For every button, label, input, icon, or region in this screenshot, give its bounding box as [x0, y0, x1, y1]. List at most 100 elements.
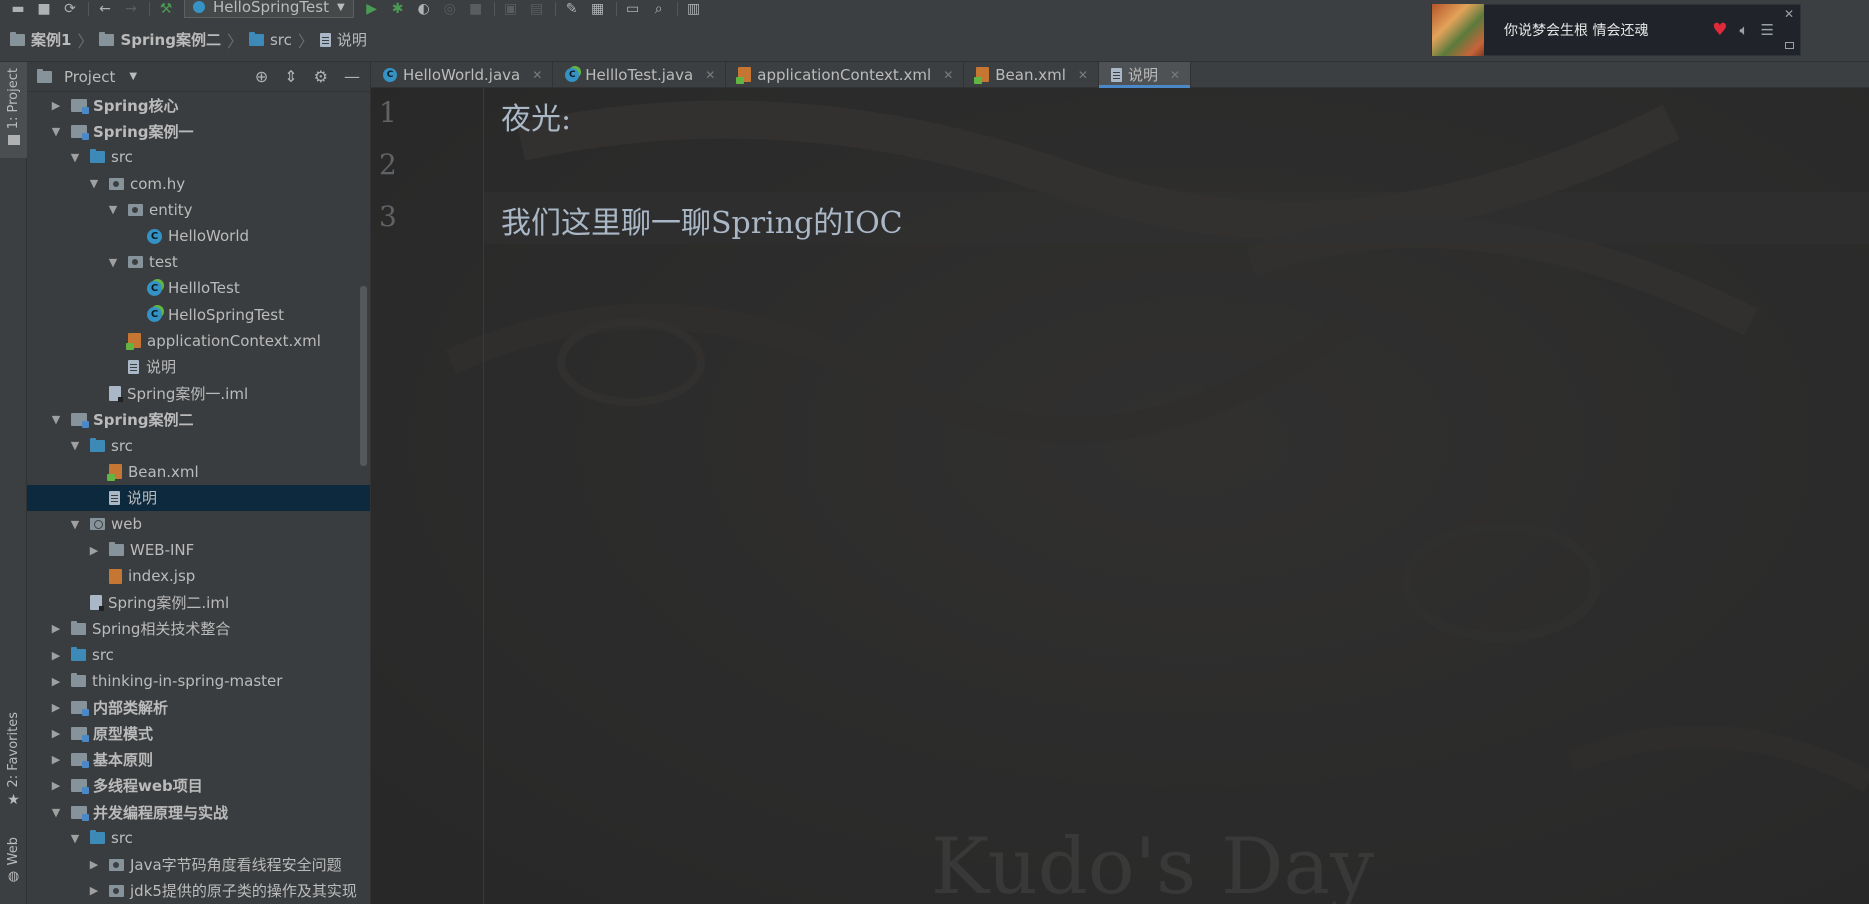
tree-item[interactable]: ▼ src: [27, 825, 370, 851]
tree-item[interactable]: ▼ web: [27, 511, 370, 537]
tree-item[interactable]: ▼ entity: [27, 197, 370, 223]
tree-item[interactable]: ▶Spring案例二.iml: [27, 590, 370, 616]
tree-item[interactable]: ▶说明: [27, 354, 370, 380]
breadcrumb-item-project[interactable]: 案例1: [10, 29, 71, 50]
editor-tab[interactable]: 说明 ✕: [1098, 62, 1192, 88]
save-icon[interactable]: ■: [36, 1, 52, 17]
tree-item[interactable]: ▶ 基本原则: [27, 747, 370, 773]
expand-arrow-open-icon[interactable]: ▼: [68, 832, 82, 845]
close-tab-icon[interactable]: ✕: [532, 68, 542, 82]
profile-icon[interactable]: ◎: [442, 1, 458, 17]
tree-item[interactable]: ▼ src: [27, 432, 370, 458]
breadcrumb-item-file[interactable]: 说明: [319, 29, 367, 50]
tree-item[interactable]: ▶ jdk5提供的原子类的操作及其实现: [27, 878, 370, 904]
expand-arrow-closed-icon[interactable]: ▶: [49, 649, 63, 662]
expand-arrow-closed-icon[interactable]: ▶: [49, 779, 63, 792]
tree-item[interactable]: ▶Spring案例一.iml: [27, 380, 370, 406]
tree-item[interactable]: ▶ Java字节码角度看线程安全问题: [27, 851, 370, 877]
tree-item[interactable]: ▶ src: [27, 642, 370, 668]
editor-tab[interactable]: applicationContext.xml ✕: [726, 62, 965, 87]
close-tab-icon[interactable]: ✕: [705, 68, 715, 82]
tree-item[interactable]: ▼ Spring案例二: [27, 406, 370, 432]
debug-icon[interactable]: ✱: [390, 1, 406, 17]
favorites-tool-button[interactable]: 2: Favorites ★: [0, 712, 27, 812]
sync-icon[interactable]: ⟳: [62, 1, 78, 17]
playlist-icon[interactable]: ☰: [1761, 21, 1774, 39]
tree-item[interactable]: ▼ Spring案例一: [27, 118, 370, 144]
hide-panel-icon[interactable]: —: [344, 67, 360, 86]
breadcrumb-item-src[interactable]: src: [248, 31, 292, 49]
tree-item[interactable]: ▼ com.hy: [27, 171, 370, 197]
coverage-icon[interactable]: ◐: [416, 1, 432, 17]
code-line[interactable]: 我们这里聊一聊Spring的IOC: [501, 198, 903, 242]
expand-arrow-open-icon[interactable]: ▼: [87, 177, 101, 190]
tree-item[interactable]: ▶CHelloSpringTest: [27, 302, 370, 328]
expand-arrow-closed-icon[interactable]: ▶: [49, 675, 63, 688]
terminal-icon[interactable]: ▭: [625, 1, 641, 17]
tree-item[interactable]: ▼ 并发编程原理与实战: [27, 799, 370, 825]
expand-arrow-closed-icon[interactable]: ▶: [49, 622, 63, 635]
run-configuration-select[interactable]: HelloSpringTest ▼: [184, 0, 354, 18]
update-app-icon[interactable]: ▣: [503, 1, 519, 17]
tree-item[interactable]: ▶CHelloWorld: [27, 223, 370, 249]
expand-arrow-closed-icon[interactable]: ▶: [49, 727, 63, 740]
code-line[interactable]: 夜光:: [501, 94, 571, 138]
tree-item[interactable]: ▶ 多线程web项目: [27, 773, 370, 799]
tree-item[interactable]: ▶Bean.xml: [27, 459, 370, 485]
project-tool-button[interactable]: 1: Project: [0, 62, 27, 158]
tree-item[interactable]: ▶applicationContext.xml: [27, 328, 370, 354]
expand-arrow-open-icon[interactable]: ▼: [68, 439, 82, 452]
editor-tab[interactable]: Bean.xml ✕: [964, 62, 1099, 87]
tree-item[interactable]: ▶ 内部类解析: [27, 694, 370, 720]
close-tab-icon[interactable]: ✕: [1078, 68, 1088, 82]
expand-arrow-open-icon[interactable]: ▼: [106, 203, 120, 216]
tree-item[interactable]: ▶ Spring核心: [27, 92, 370, 118]
close-tab-icon[interactable]: ✕: [943, 68, 953, 82]
deploy-icon[interactable]: ▤: [529, 1, 545, 17]
web-tool-button[interactable]: Web ◍: [0, 837, 27, 904]
collapse-all-icon[interactable]: ⇕: [284, 67, 297, 86]
tree-item[interactable]: ▶index.jsp: [27, 563, 370, 589]
breadcrumb-item-module[interactable]: Spring案例二: [99, 29, 221, 50]
editor-tab[interactable]: C HelloWorld.java ✕: [371, 62, 554, 87]
project-view-selector[interactable]: Project ▼: [37, 68, 137, 86]
tree-scrollbar[interactable]: [360, 286, 367, 466]
minimize-icon[interactable]: [1785, 42, 1794, 49]
expand-arrow-open-icon[interactable]: ▼: [49, 806, 63, 819]
editor-tab[interactable]: C HellloTest.java ✕: [553, 62, 727, 87]
tree-item[interactable]: ▶ 原型模式: [27, 721, 370, 747]
stop-icon[interactable]: ■: [468, 1, 484, 17]
expand-arrow-closed-icon[interactable]: ▶: [87, 884, 101, 897]
expand-arrow-closed-icon[interactable]: ▶: [49, 701, 63, 714]
tree-item[interactable]: ▶ thinking-in-spring-master: [27, 668, 370, 694]
expand-arrow-closed-icon[interactable]: ▶: [87, 544, 101, 557]
back-arrow-icon[interactable]: ←: [97, 1, 113, 17]
tree-item[interactable]: ▶说明: [27, 484, 370, 511]
tree-item[interactable]: ▶ Spring相关技术整合: [27, 616, 370, 642]
settings-wrench-icon[interactable]: ✎: [564, 1, 580, 17]
close-tab-icon[interactable]: ✕: [1170, 68, 1180, 82]
tree-item[interactable]: ▼ test: [27, 249, 370, 275]
project-structure-icon[interactable]: ▦: [590, 1, 606, 17]
tree-item[interactable]: ▶ WEB-INF: [27, 537, 370, 563]
expand-arrow-closed-icon[interactable]: ▶: [49, 753, 63, 766]
open-folder-icon[interactable]: ▬: [10, 1, 26, 17]
expand-arrow-open-icon[interactable]: ▼: [68, 151, 82, 164]
expand-arrow-open-icon[interactable]: ▼: [49, 125, 63, 138]
expand-arrow-open-icon[interactable]: ▼: [106, 256, 120, 269]
heart-icon[interactable]: ♥: [1712, 20, 1727, 40]
volume-icon[interactable]: 🔈︎: [1740, 21, 1749, 39]
gear-icon[interactable]: ⚙: [314, 67, 328, 86]
expand-arrow-open-icon[interactable]: ▼: [68, 518, 82, 531]
tree-item[interactable]: ▼ src: [27, 144, 370, 170]
run-icon[interactable]: ▶: [364, 1, 380, 17]
expand-arrow-closed-icon[interactable]: ▶: [49, 99, 63, 112]
expand-arrow-closed-icon[interactable]: ▶: [87, 858, 101, 871]
tree-item[interactable]: ▶CHellloTest: [27, 275, 370, 301]
presentation-icon[interactable]: ▥: [686, 1, 702, 17]
close-icon[interactable]: ✕: [1784, 7, 1794, 21]
expand-arrow-open-icon[interactable]: ▼: [49, 413, 63, 426]
album-art[interactable]: [1432, 4, 1484, 56]
locate-target-icon[interactable]: ⊕: [255, 67, 268, 86]
forward-arrow-icon[interactable]: →: [123, 1, 139, 17]
